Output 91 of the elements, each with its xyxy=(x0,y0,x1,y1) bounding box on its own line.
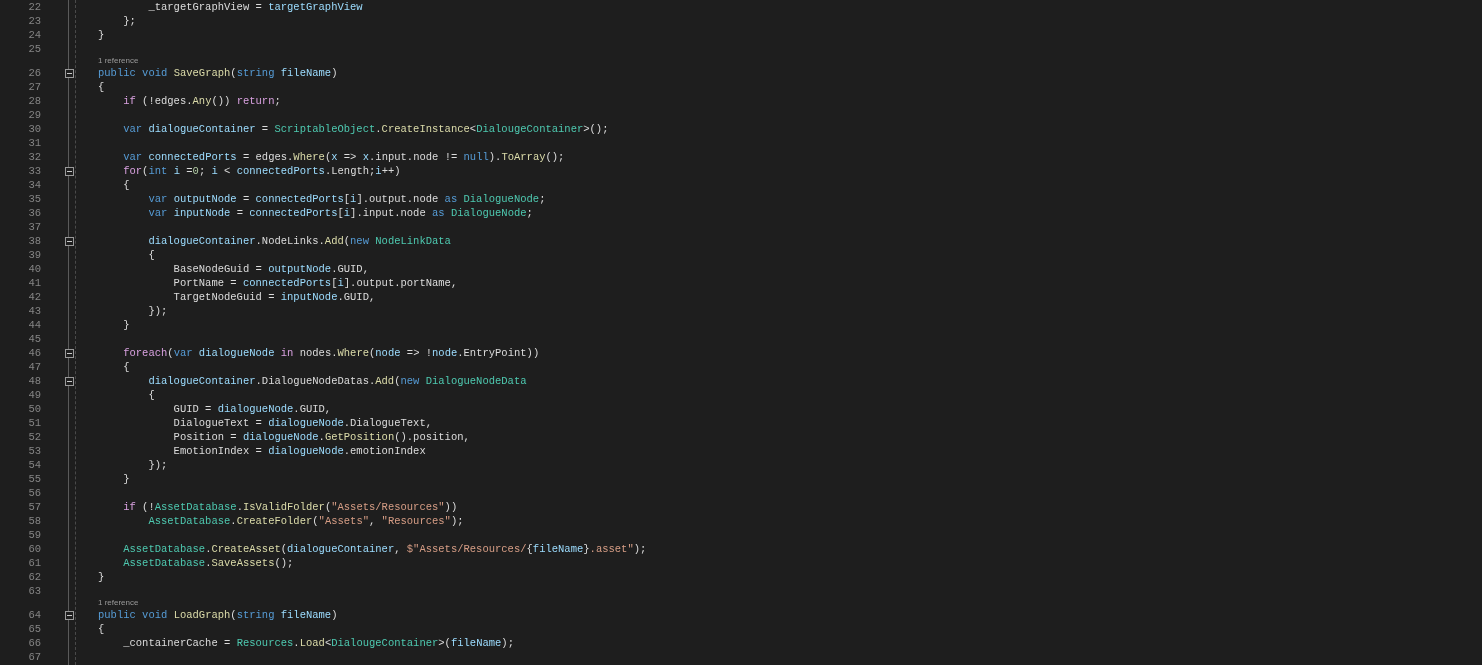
code-line: TargetNodeGuid = inputNode.GUID, xyxy=(172,290,376,304)
line-number: 53 xyxy=(27,444,41,458)
code-line: { xyxy=(122,360,130,374)
code-line: } xyxy=(98,570,105,584)
line-number: 55 xyxy=(27,472,41,486)
line-number: 42 xyxy=(27,290,41,304)
code-line: var connectedPorts = edges.Where(x => x.input.node != null).ToArray(); xyxy=(122,150,565,164)
line-number: 27 xyxy=(27,80,41,94)
code-line: { xyxy=(98,80,105,94)
fold-toggle[interactable] xyxy=(65,68,74,78)
line-number: 37 xyxy=(27,220,41,234)
fold-toggle[interactable] xyxy=(65,376,74,386)
code-line: }); xyxy=(147,458,168,472)
code-line: EmotionIndex = dialogueNode.emotionIndex xyxy=(172,444,426,458)
line-number: 58 xyxy=(27,514,41,528)
line-number: 60 xyxy=(27,542,41,556)
line-number: 40 xyxy=(27,262,41,276)
line-number: 52 xyxy=(27,430,41,444)
line-number: 24 xyxy=(27,28,41,42)
code-line: if (!AssetDatabase.IsValidFolder("Assets/Resources")) xyxy=(122,500,458,514)
code-line: } xyxy=(122,318,130,332)
code-line: GUID = dialogueNode.GUID, xyxy=(172,402,332,416)
line-number: 44 xyxy=(27,318,41,332)
line-number: 35 xyxy=(27,192,41,206)
line-number: 59 xyxy=(27,528,41,542)
line-number: 29 xyxy=(27,108,41,122)
reference-count-link[interactable]: 1 reference xyxy=(98,56,139,66)
line-number: 32 xyxy=(27,150,41,164)
code-line: { xyxy=(147,248,155,262)
code-line: public void SaveGraph(string fileName) xyxy=(98,66,338,80)
line-number: 54 xyxy=(27,458,41,472)
line-number: 62 xyxy=(27,570,41,584)
line-number: 25 xyxy=(27,42,41,56)
line-number: 34 xyxy=(27,178,41,192)
line-number: 38 xyxy=(27,234,41,248)
line-number: 47 xyxy=(27,360,41,374)
line-number: 41 xyxy=(27,276,41,290)
code-line: { xyxy=(122,178,130,192)
fold-toggle[interactable] xyxy=(65,348,74,358)
line-number: 33 xyxy=(27,164,41,178)
line-number: 46 xyxy=(27,346,41,360)
line-number: 30 xyxy=(27,122,41,136)
code-line: } xyxy=(98,28,105,42)
line-number: 39 xyxy=(27,248,41,262)
line-number: 49 xyxy=(27,388,41,402)
line-number: 36 xyxy=(27,206,41,220)
line-number: 22 xyxy=(27,0,41,14)
line-number: 65 xyxy=(27,622,41,636)
reference-count-link[interactable]: 1 reference xyxy=(98,598,139,608)
code-line: { xyxy=(147,388,155,402)
code-line: } xyxy=(122,472,130,486)
code-line: var outputNode = connectedPorts[i].output.node as DialogueNode; xyxy=(147,192,546,206)
code-line: foreach(var dialogueNode in nodes.Where(node => !node.EntryPoint)) xyxy=(122,346,540,360)
line-number: 57 xyxy=(27,500,41,514)
code-line: dialogueContainer.NodeLinks.Add(new NodeLinkData xyxy=(147,234,451,248)
code-line: }); xyxy=(147,304,168,318)
code-line: var inputNode = connectedPorts[i].input.node as DialogueNode; xyxy=(147,206,533,220)
line-number: 66 xyxy=(27,636,41,650)
code-line: BaseNodeGuid = outputNode.GUID, xyxy=(172,262,369,276)
line-number: 67 xyxy=(27,650,41,664)
line-number: 56 xyxy=(27,486,41,500)
line-number: 26 xyxy=(27,66,41,80)
line-number: 23 xyxy=(27,14,41,28)
code-line: Position = dialogueNode.GetPosition().position, xyxy=(172,430,470,444)
code-line: _targetGraphView = targetGraphView xyxy=(147,0,363,14)
line-number: 28 xyxy=(27,94,41,108)
line-number: 64 xyxy=(27,608,41,622)
code-line: { xyxy=(98,622,105,636)
code-line: _containerCache = Resources.Load<DialougeContainer>(fileName); xyxy=(122,636,514,650)
fold-toggle[interactable] xyxy=(65,166,74,176)
line-number: 61 xyxy=(27,556,41,570)
code-line: AssetDatabase.SaveAssets(); xyxy=(122,556,294,570)
code-line: AssetDatabase.CreateFolder("Assets", "Resources"); xyxy=(147,514,464,528)
line-number: 51 xyxy=(27,416,41,430)
code-line: if (!edges.Any()) return; xyxy=(122,94,281,108)
fold-toggle[interactable] xyxy=(65,236,74,246)
line-number: 31 xyxy=(27,136,41,150)
line-number: 45 xyxy=(27,332,41,346)
line-number: 63 xyxy=(27,584,41,598)
line-number: 43 xyxy=(27,304,41,318)
code-line: PortName = connectedPorts[i].output.portName, xyxy=(172,276,458,290)
code-line: for(int i =0; i < connectedPorts.Length;i++) xyxy=(122,164,401,178)
code-line: public void LoadGraph(string fileName) xyxy=(98,608,338,622)
code-line: dialogueContainer.DialogueNodeDatas.Add(new DialogueNodeData xyxy=(147,374,527,388)
fold-toggle[interactable] xyxy=(65,610,74,620)
code-line: DialogueText = dialogueNode.DialogueText, xyxy=(172,416,432,430)
line-number: 48 xyxy=(27,374,41,388)
code-line: AssetDatabase.CreateAsset(dialogueContainer, $"Assets/Resources/{fileName}.asset"); xyxy=(122,542,647,556)
code-line: }; xyxy=(122,14,136,28)
code-line: var dialogueContainer = ScriptableObject.CreateInstance<DialougeContainer>(); xyxy=(122,122,609,136)
line-number: 50 xyxy=(27,402,41,416)
